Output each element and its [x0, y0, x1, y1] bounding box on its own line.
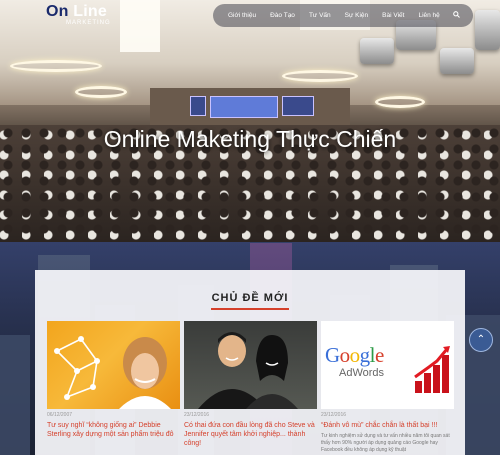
nav-item-gioi-thieu[interactable]: Giới thiệu	[221, 12, 263, 19]
pendant-lamp	[440, 48, 474, 74]
stage-screen	[190, 96, 206, 116]
logo-text-line: Line	[68, 3, 107, 20]
post-thumbnail[interactable]	[184, 321, 317, 409]
molecule-toy-illustration	[54, 336, 171, 409]
post-thumbnail[interactable]: Google AdWords	[321, 321, 454, 409]
skylight	[120, 0, 160, 52]
adwords-text: AdWords	[339, 367, 385, 379]
stage-screen	[282, 96, 314, 116]
ceiling-light-ring	[282, 70, 358, 82]
ceiling-light-ring	[375, 96, 425, 108]
chevron-up-icon: ⌃	[476, 334, 486, 345]
building	[0, 335, 30, 455]
scroll-to-top-button[interactable]: ⌃	[469, 328, 493, 352]
post-card[interactable]: 23/12/2016 Có thai đứa con đầu lòng đã c…	[184, 321, 317, 448]
post-thumbnail[interactable]	[47, 321, 180, 409]
hero-title: Online Maketing Thực Chiến	[103, 126, 397, 152]
nav-item-tu-van[interactable]: Tư Vấn	[302, 12, 338, 19]
page: Online Maketing Thực Chiến On Line MARKE…	[0, 0, 500, 455]
post-date: 23/12/2016	[184, 412, 210, 418]
post-card[interactable]: Google AdWords 23/12/2016 “Đánh vô mù” c…	[321, 321, 454, 454]
post-card[interactable]: 06/12/2007 Tư suy nghĩ “không giống ai” …	[47, 321, 180, 439]
logo-subtext: MARKETING	[66, 20, 111, 26]
post-excerpt: Tư kinh nghiệm sử dụng và tư vấn nhiều n…	[321, 433, 450, 453]
nav-item-lien-he[interactable]: Liên hệ	[411, 12, 446, 19]
nav-item-dao-tao[interactable]: Đào Tạo	[263, 12, 302, 19]
growth-chart-icon	[414, 346, 450, 393]
main-nav: Giới thiệu Đào Tạo Tư Vấn Sự Kiện Bài Vi…	[213, 4, 473, 27]
search-icon[interactable]	[447, 11, 460, 20]
logo-text: On Line	[46, 4, 111, 20]
post-title[interactable]: Có thai đứa con đầu lòng đã cho Steve và…	[184, 421, 317, 448]
hero-banner: Online Maketing Thực Chiến	[0, 0, 500, 242]
post-date: 06/12/2007	[47, 412, 73, 418]
couple-photo-illustration	[198, 332, 298, 409]
pendant-lamp	[360, 38, 394, 64]
logo-text-on: On	[46, 3, 69, 20]
post-date: 23/12/2016	[321, 412, 347, 418]
site-logo[interactable]: On Line MARKETING	[46, 4, 111, 27]
nav-item-su-kien[interactable]: Sự Kiện	[338, 12, 376, 19]
section-title: CHỦ ĐỀ MỚI	[211, 292, 289, 304]
stage-screen	[210, 96, 278, 118]
section-title-underline	[211, 308, 289, 310]
pendant-lamp	[475, 10, 500, 50]
ceiling-light-ring	[75, 86, 127, 98]
ceiling-light-ring	[10, 60, 102, 72]
nav-item-bai-viet[interactable]: Bài Viết	[375, 12, 411, 19]
google-logo-text: Google	[325, 343, 384, 367]
post-title[interactable]: “Đánh vô mù” chắc chắn là thất bại !!!	[321, 421, 454, 430]
post-title[interactable]: Tư suy nghĩ “không giống ai” Debbie Ster…	[47, 421, 180, 439]
